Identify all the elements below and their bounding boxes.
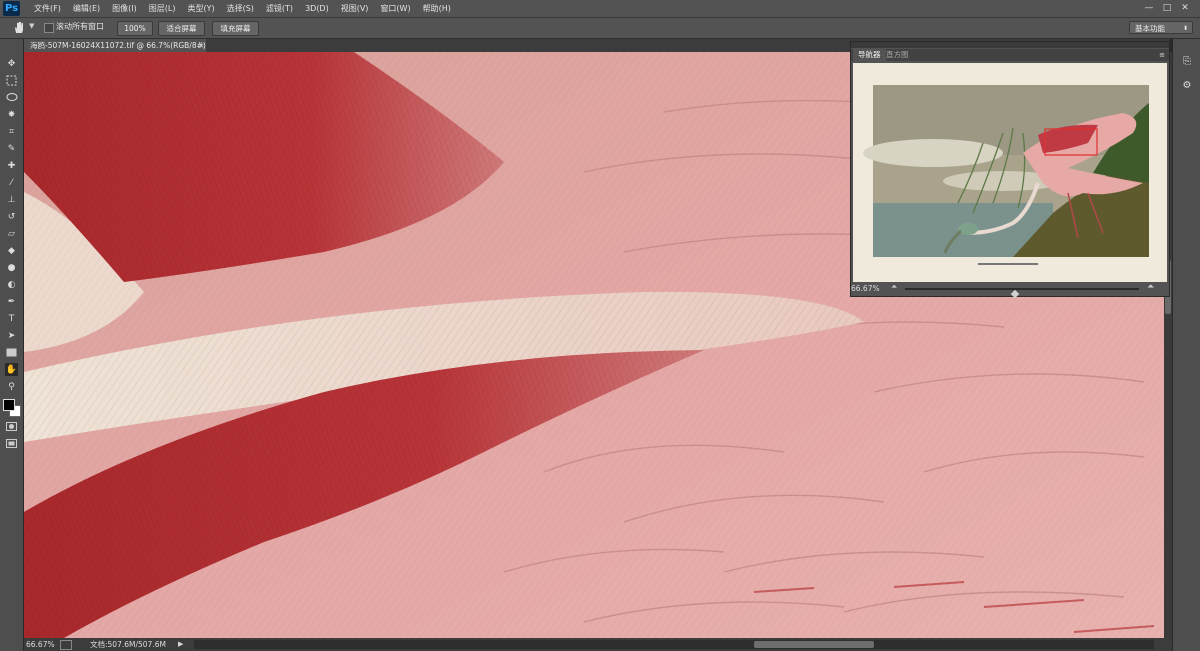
document-size: 文档:507.6M/507.6M [90, 640, 166, 649]
paint-bucket-tool-icon[interactable]: ◆ [5, 244, 18, 257]
window-controls: — □ ✕ [1140, 0, 1194, 17]
screen-mode-icon[interactable] [5, 437, 18, 450]
type-tool-icon[interactable]: T [5, 312, 18, 325]
menu-type[interactable]: 类型(Y) [181, 0, 220, 17]
scroll-all-windows-label: 滚动所有窗口 [56, 22, 104, 31]
menu-file[interactable]: 文件(F) [28, 0, 67, 17]
eraser-tool-icon[interactable]: ▱ [5, 227, 18, 240]
eyedropper-tool-icon[interactable]: ✎ [5, 142, 18, 155]
move-tool-icon[interactable]: ✥ [5, 57, 18, 70]
menu-filter[interactable]: 滤镜(T) [260, 0, 299, 17]
panel-dock: ⎘ ⚙ [1172, 39, 1200, 651]
marquee-tool-icon[interactable] [5, 74, 18, 87]
panel-menu-icon[interactable]: ≡ [1159, 49, 1165, 61]
close-tab-icon[interactable]: × [198, 39, 205, 52]
menu-3d[interactable]: 3D(D) [299, 0, 335, 17]
menu-edit[interactable]: 编辑(E) [67, 0, 106, 17]
foreground-color-swatch[interactable] [3, 399, 15, 411]
menu-window[interactable]: 窗口(W) [374, 0, 416, 17]
hand-tool-icon[interactable]: ✋ [5, 363, 18, 376]
workspace-select[interactable]: 基本功能 ⬍ [1129, 21, 1193, 34]
horizontal-scrollbar[interactable] [194, 640, 1154, 649]
rectangle-tool-icon[interactable] [5, 346, 18, 359]
navigator-tabs: 导航器 直方图 ≡ [851, 49, 1169, 61]
menu-view[interactable]: 视图(V) [335, 0, 375, 17]
menu-image[interactable]: 图像(I) [106, 0, 143, 17]
minimize-button[interactable]: — [1140, 0, 1158, 17]
panel-header-strip[interactable] [851, 42, 1169, 48]
zoom-100-button[interactable]: 100% [117, 21, 153, 36]
horizontal-scroll-thumb[interactable] [754, 641, 874, 648]
menu-layer[interactable]: 图层(L) [143, 0, 182, 17]
tab-histogram[interactable]: 直方图 [881, 49, 914, 61]
close-button[interactable]: ✕ [1176, 0, 1194, 17]
quick-select-tool-icon[interactable]: ✸ [5, 108, 18, 121]
options-bar: ▼ 滚动所有窗口 100% 适合屏幕 填充屏幕 基本功能 ⬍ [0, 18, 1200, 39]
history-brush-tool-icon[interactable]: ↺ [5, 210, 18, 223]
fit-screen-button[interactable]: 适合屏幕 [158, 21, 205, 36]
properties-panel-icon[interactable]: ⚙ [1180, 79, 1194, 93]
tools-panel: ✥ ✸ ⌗ ✎ ✚ ⁄ ⊥ ↺ ▱ ◆ ● ◐ ✒ T ➤ ✋ ⚲ ⇄ [0, 39, 24, 651]
fill-screen-button[interactable]: 填充屏幕 [212, 21, 259, 36]
menu-select[interactable]: 选择(S) [221, 0, 260, 17]
photoshop-logo: Ps [3, 1, 20, 16]
healing-brush-tool-icon[interactable]: ✚ [5, 159, 18, 172]
status-icon [60, 640, 72, 650]
navigator-footer: 66.67% ⏶ ⏶ [851, 282, 1169, 299]
zoom-in-icon[interactable]: ⏶ [1147, 282, 1154, 292]
scroll-all-windows-checkbox[interactable] [44, 23, 54, 33]
menu-help[interactable]: 帮助(H) [417, 0, 457, 17]
pen-tool-icon[interactable]: ✒ [5, 295, 18, 308]
navigator-preview[interactable] [853, 63, 1167, 282]
navigator-zoom-value[interactable]: 66.67% [851, 284, 880, 293]
menu-bar: Ps 文件(F) 编辑(E) 图像(I) 图层(L) 类型(Y) 选择(S) 滤… [0, 0, 1200, 18]
blur-tool-icon[interactable]: ● [5, 261, 18, 274]
path-select-tool-icon[interactable]: ➤ [5, 329, 18, 342]
navigator-thumbnail [853, 63, 1167, 282]
status-menu-arrow-icon[interactable]: ▶ [178, 638, 183, 651]
zoom-out-icon[interactable]: ⏶ [891, 282, 897, 292]
document-tab[interactable]: 海鸥-507M-16024X11072.tif @ 66.7%(RGB/8#) [24, 39, 206, 52]
updown-arrow-icon: ⬍ [1182, 25, 1188, 32]
dodge-tool-icon[interactable]: ◐ [5, 278, 18, 291]
menu-list: 文件(F) 编辑(E) 图像(I) 图层(L) 类型(Y) 选择(S) 滤镜(T… [28, 0, 457, 17]
hand-tool-icon[interactable] [12, 21, 26, 35]
navigator-zoom-knob[interactable] [1010, 289, 1020, 299]
brush-tool-icon[interactable]: ⁄ [5, 176, 18, 189]
navigator-panel: 导航器 直方图 ≡ 66.67% ⏶ ⏶ [850, 41, 1170, 299]
zoom-tool-icon[interactable]: ⚲ [5, 380, 18, 393]
crop-tool-icon[interactable]: ⌗ [5, 125, 18, 138]
zoom-level[interactable]: 66.67% [26, 638, 55, 651]
maximize-button[interactable]: □ [1158, 0, 1176, 17]
history-panel-icon[interactable]: ⎘ [1180, 55, 1194, 69]
status-bar: 66.67% 文档:507.6M/507.6M ▶ [24, 638, 1172, 651]
clone-stamp-tool-icon[interactable]: ⊥ [5, 193, 18, 206]
tool-preset-chevron-icon[interactable]: ▼ [29, 22, 34, 30]
lasso-tool-icon[interactable] [5, 91, 18, 104]
workspace-value: 基本功能 [1135, 24, 1165, 33]
quick-mask-icon[interactable] [5, 420, 18, 433]
navigator-zoom-slider[interactable] [905, 288, 1139, 299]
